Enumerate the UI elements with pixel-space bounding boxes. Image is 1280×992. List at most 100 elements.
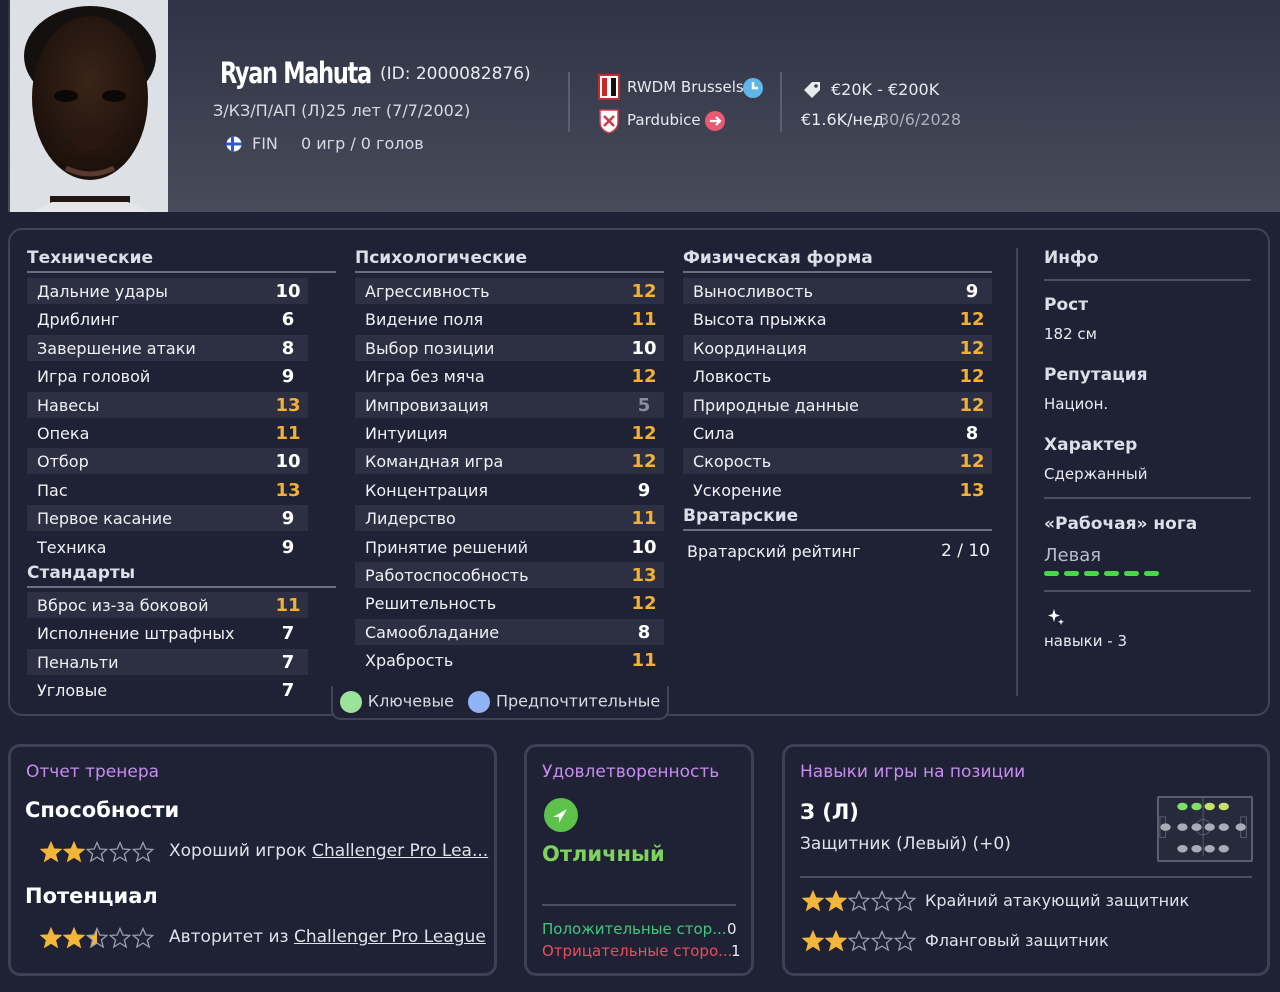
goalkeeping-rating-label: Вратарский рейтинг — [687, 541, 861, 561]
attribute-row[interactable]: Ускорение 13 — [683, 477, 992, 503]
attribute-row[interactable]: Опека 11 — [27, 420, 308, 446]
attribute-label: Пенальти — [37, 652, 119, 672]
attribute-label: Скорость — [693, 451, 772, 471]
attribute-label: Игра головой — [37, 366, 151, 386]
reputation-label: Репутация — [1044, 365, 1148, 385]
goalkeeping-rating-row[interactable]: Вратарский рейтинг 2 / 10 — [683, 538, 992, 564]
attribute-row[interactable]: Техника 9 — [27, 534, 308, 560]
loan-club-name[interactable]: Pardubice — [627, 111, 701, 129]
goalkeeping-rating-value: 2 / 10 — [941, 541, 990, 561]
main-position: З (Л) — [800, 800, 859, 824]
attribute-row[interactable]: Игра без мяча 12 — [355, 363, 664, 389]
star-icon — [871, 890, 893, 912]
physical-section-title: Физическая форма — [683, 248, 992, 273]
negative-aspects-label[interactable]: Отрицательные сторо... — [542, 942, 732, 960]
legend-preferred-item[interactable]: Предпочтительные — [467, 691, 660, 713]
negative-aspects-count: 1 — [731, 942, 741, 960]
attribute-label: Угловые — [37, 680, 108, 700]
star-icon — [825, 890, 847, 912]
role-1-stars — [802, 890, 916, 912]
attribute-label: Храбрость — [365, 650, 454, 670]
attribute-value: 12 — [959, 308, 985, 330]
attribute-row[interactable]: Высота прыжка 12 — [683, 306, 992, 332]
attribute-value: 12 — [631, 450, 657, 472]
attribute-row[interactable]: Выбор позиции 10 — [355, 335, 664, 361]
potential-heading: Потенциал — [25, 884, 158, 908]
personality-value[interactable]: Сдержанный — [1044, 465, 1148, 483]
reputation-value: Национ. — [1044, 395, 1109, 413]
attribute-row[interactable]: Первое касание 9 — [27, 505, 308, 531]
attribute-row[interactable]: Игра головой 9 — [27, 363, 308, 389]
attribute-label: Ускорение — [693, 480, 782, 500]
set-pieces-section-title: Стандарты — [27, 563, 336, 588]
attribute-value: 11 — [631, 308, 657, 330]
attribute-value: 10 — [631, 337, 657, 359]
role-2-label[interactable]: Фланговый защитник — [925, 931, 1109, 950]
attribute-row[interactable]: Дриблинг 6 — [27, 306, 308, 332]
attribute-row[interactable]: Самообладание 8 — [355, 619, 664, 645]
attribute-row[interactable]: Угловые 7 — [27, 677, 308, 703]
loan-out-icon — [705, 111, 725, 131]
player-nationality[interactable]: FIN — [252, 134, 278, 153]
player-name: Ryan Mahuta — [220, 56, 372, 90]
attribute-row[interactable]: Агрессивность 12 — [355, 278, 664, 304]
attribute-row[interactable]: Принятие решений 10 — [355, 534, 664, 560]
position-pitch-map[interactable] — [1157, 796, 1253, 862]
attribute-row[interactable]: Завершение атаки 8 — [27, 335, 308, 361]
attribute-row[interactable]: Ловкость 12 — [683, 363, 992, 389]
attribute-row[interactable]: Природные данные 12 — [683, 392, 992, 418]
legend-key-label: Ключевые — [367, 691, 454, 711]
attribute-row[interactable]: Интуиция 12 — [355, 420, 664, 446]
role-1-label[interactable]: Крайний атакующий защитник — [925, 891, 1189, 910]
player-header: Ryan Mahuta (ID: 2000082876) З/КЗ/П/АП (… — [0, 0, 1280, 212]
rwdm-club-logo-icon[interactable] — [598, 74, 620, 100]
attribute-label: Работоспособность — [365, 565, 529, 585]
attribute-row[interactable]: Выносливость 9 — [683, 278, 992, 304]
attribute-row[interactable]: Пенальти 7 — [27, 649, 308, 675]
attribute-value: 7 — [281, 651, 295, 673]
attribute-label: Дриблинг — [37, 309, 120, 329]
player-appearances: 0 игр / 0 голов — [301, 134, 424, 153]
attribute-label: Игра без мяча — [365, 366, 485, 386]
attribute-row[interactable]: Лидерство 11 — [355, 505, 664, 531]
attribute-row[interactable]: Импровизация 5 — [355, 392, 664, 418]
attribute-label: Видение поля — [365, 309, 484, 329]
star-icon — [802, 930, 824, 952]
skills-count[interactable]: навыки - 3 — [1044, 632, 1127, 650]
coach-report-title: Отчет тренера — [26, 762, 160, 782]
ability-league-link[interactable]: Challenger Pro Lea... — [312, 841, 488, 861]
attribute-row[interactable]: Работоспособность 13 — [355, 562, 664, 588]
attribute-row[interactable]: Концентрация 9 — [355, 477, 664, 503]
attribute-value: 10 — [275, 450, 301, 472]
attribute-row[interactable]: Отбор 10 — [27, 448, 308, 474]
pardubice-club-logo-icon[interactable] — [598, 108, 620, 134]
attribute-label: Координация — [693, 338, 807, 358]
attribute-row[interactable]: Дальние удары 10 — [27, 278, 308, 304]
sparkle-skills-icon[interactable] — [1046, 607, 1066, 627]
attribute-row[interactable]: Командная игра 12 — [355, 448, 664, 474]
legend-key-item[interactable]: Ключевые — [339, 691, 454, 713]
attribute-row[interactable]: Видение поля 11 — [355, 306, 664, 332]
attribute-row[interactable]: Вброс из-за боковой 11 — [27, 592, 308, 618]
attribute-row[interactable]: Навесы 13 — [27, 392, 308, 418]
attribute-value: 12 — [959, 450, 985, 472]
attribute-row[interactable]: Исполнение штрафных 7 — [27, 620, 308, 646]
attribute-label: Техника — [37, 537, 107, 557]
preferred-foot-label: «Рабочая» нога — [1044, 514, 1198, 534]
transfer-value: €20K - €200K — [831, 80, 940, 99]
attribute-row[interactable]: Решительность 12 — [355, 590, 664, 616]
positive-aspects-label[interactable]: Положительные стор... — [542, 920, 727, 938]
attribute-row[interactable]: Координация 12 — [683, 335, 992, 361]
attribute-value: 10 — [631, 536, 657, 558]
potential-league-link[interactable]: Challenger Pro League — [294, 927, 486, 947]
info-title: Инфо — [1044, 248, 1099, 268]
attribute-label: Пас — [37, 480, 68, 500]
star-icon — [109, 841, 131, 863]
attribute-row[interactable]: Скорость 12 — [683, 448, 992, 474]
attribute-row[interactable]: Храбрость 11 — [355, 647, 664, 673]
attribute-row[interactable]: Сила 8 — [683, 420, 992, 446]
attribute-row[interactable]: Пас 13 — [27, 477, 308, 503]
potential-report: Авторитет из Challenger Pro League — [169, 927, 486, 947]
attribute-value: 9 — [281, 536, 295, 558]
current-club-name[interactable]: RWDM Brussels — [627, 78, 744, 96]
